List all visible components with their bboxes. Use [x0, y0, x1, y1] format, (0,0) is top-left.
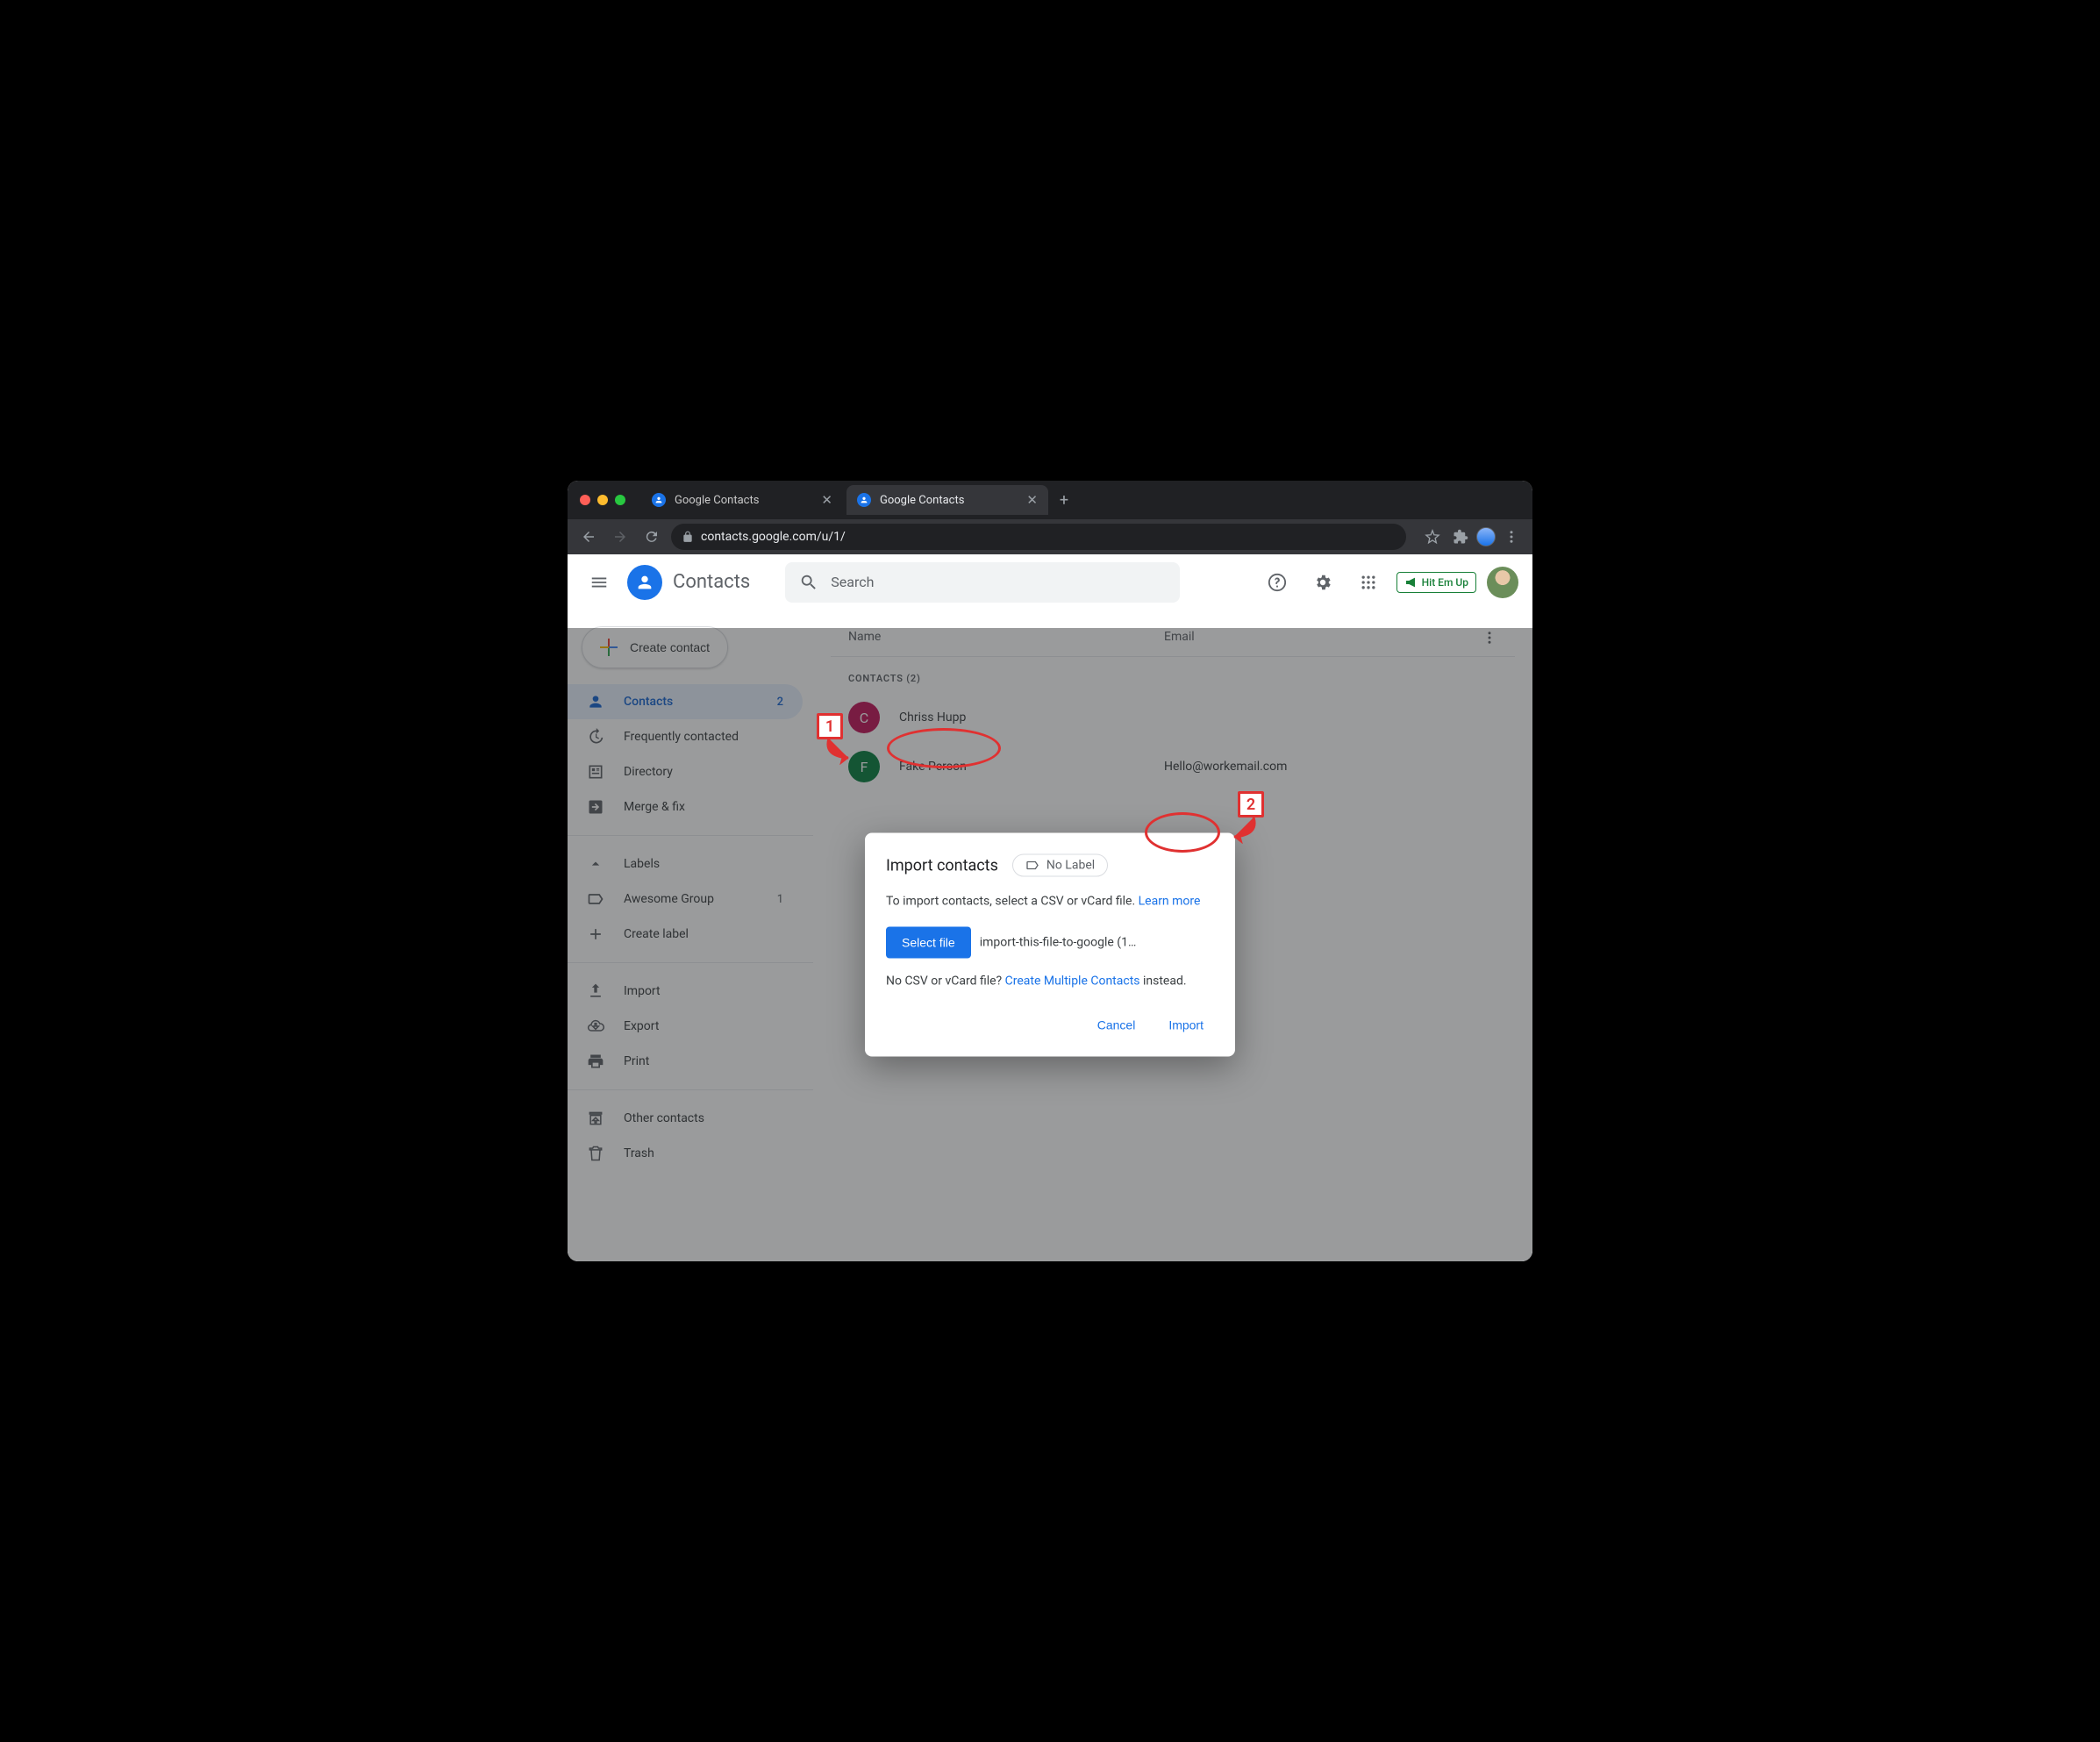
- back-button[interactable]: [576, 525, 601, 549]
- dialog-help-text: To import contacts, select a CSV or vCar…: [886, 893, 1214, 911]
- contacts-favicon-icon: [652, 493, 666, 507]
- hitemup-extension-button[interactable]: Hit Em Up: [1396, 572, 1476, 593]
- dialog-title: Import contacts: [886, 856, 998, 875]
- browser-profile-avatar[interactable]: [1476, 527, 1496, 546]
- tab-bar: Google Contacts ✕ Google Contacts ✕ +: [568, 481, 1532, 519]
- address-bar[interactable]: contacts.google.com/u/1/: [671, 524, 1406, 550]
- forward-button[interactable]: [608, 525, 632, 549]
- lock-icon: [682, 531, 694, 543]
- settings-button[interactable]: [1305, 565, 1340, 600]
- learn-more-link[interactable]: Learn more: [1139, 895, 1201, 909]
- search-icon: [799, 573, 818, 592]
- url-text: contacts.google.com/u/1/: [701, 530, 846, 544]
- search-input[interactable]: Search: [785, 562, 1180, 603]
- contacts-favicon-icon: [857, 493, 871, 507]
- browser-tab-1[interactable]: Google Contacts ✕: [846, 485, 1048, 515]
- create-multiple-contacts-link[interactable]: Create Multiple Contacts: [1005, 975, 1140, 989]
- close-window-button[interactable]: [580, 495, 590, 505]
- browser-menu-icon[interactable]: [1499, 525, 1524, 549]
- google-apps-button[interactable]: [1351, 565, 1386, 600]
- hitemup-label: Hit Em Up: [1422, 576, 1468, 589]
- search-placeholder: Search: [831, 574, 874, 590]
- dialog-alt-text: No CSV or vCard file? Create Multiple Co…: [886, 975, 1214, 989]
- contacts-logo-icon: [627, 565, 662, 600]
- selected-file-name: import-this-file-to-google (1…: [980, 936, 1137, 950]
- new-tab-button[interactable]: +: [1052, 488, 1076, 512]
- select-file-button[interactable]: Select file: [886, 927, 971, 959]
- google-contacts-app: Contacts Search Hit Em Up: [568, 554, 1532, 1261]
- browser-window: Google Contacts ✕ Google Contacts ✕ + co…: [568, 481, 1532, 1261]
- annotation-highlight-select-file: [887, 728, 1001, 768]
- cancel-button[interactable]: Cancel: [1087, 1011, 1146, 1039]
- no-label-chip[interactable]: No Label: [1012, 854, 1108, 877]
- app-title: Contacts: [673, 571, 750, 593]
- browser-toolbar: contacts.google.com/u/1/: [568, 519, 1532, 554]
- annotation-arrow-1: [818, 739, 862, 765]
- import-contacts-dialog: Import contacts No Label To import conta…: [865, 833, 1235, 1057]
- megaphone-icon: [1404, 576, 1418, 589]
- help-button[interactable]: [1260, 565, 1295, 600]
- reload-button[interactable]: [639, 525, 664, 549]
- account-avatar[interactable]: [1487, 567, 1518, 598]
- modal-scrim: Import contacts No Label To import conta…: [568, 628, 1532, 1261]
- minimize-window-button[interactable]: [597, 495, 608, 505]
- extensions-icon[interactable]: [1448, 525, 1473, 549]
- toolbar-right: [1420, 525, 1524, 549]
- app-header: Contacts Search Hit Em Up: [568, 554, 1532, 610]
- chip-label: No Label: [1046, 859, 1095, 873]
- tab-title: Google Contacts: [880, 494, 964, 507]
- annotation-step-1: 1: [817, 713, 843, 739]
- bookmark-star-icon[interactable]: [1420, 525, 1445, 549]
- browser-tab-0[interactable]: Google Contacts ✕: [641, 485, 843, 515]
- label-outline-icon: [1025, 859, 1039, 873]
- import-button[interactable]: Import: [1158, 1011, 1214, 1039]
- window-controls: [580, 495, 625, 505]
- close-tab-icon[interactable]: ✕: [821, 492, 832, 508]
- close-tab-icon[interactable]: ✕: [1026, 492, 1038, 508]
- main-menu-button[interactable]: [582, 565, 617, 600]
- annotation-step-2: 2: [1238, 791, 1264, 817]
- tab-title: Google Contacts: [675, 494, 759, 507]
- fullscreen-window-button[interactable]: [615, 495, 625, 505]
